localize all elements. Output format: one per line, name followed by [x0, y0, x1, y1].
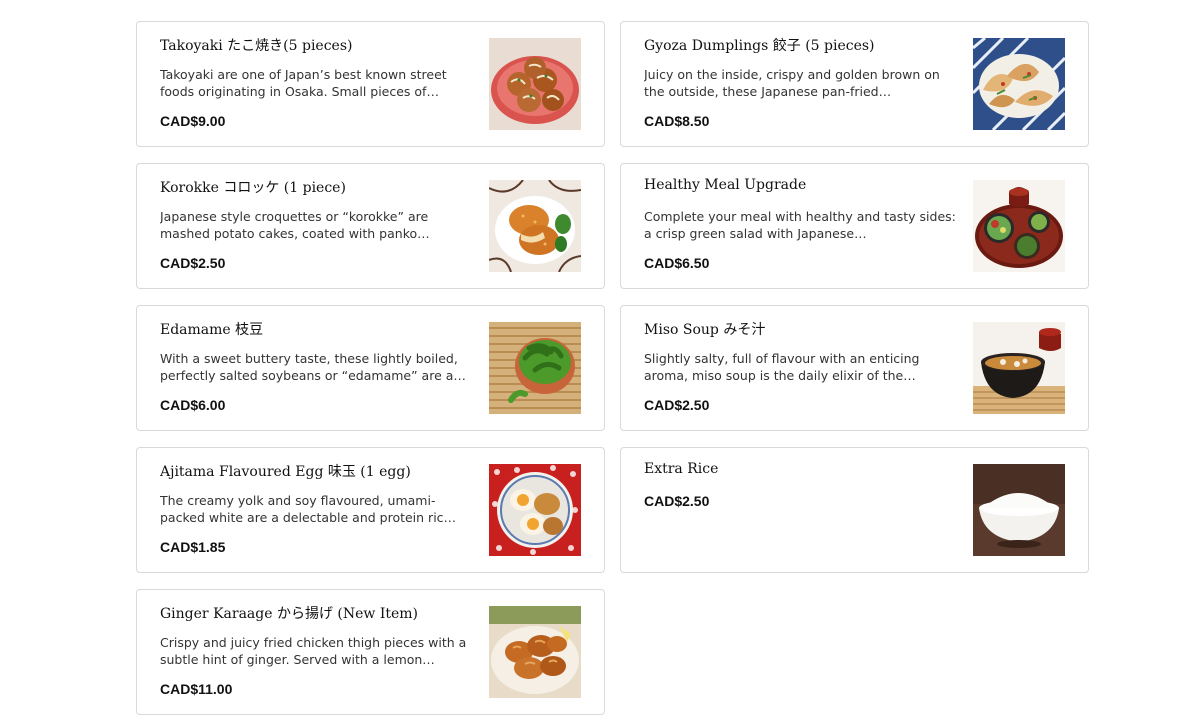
item-description: The creamy yolk and soy flavoured, umami… [160, 493, 457, 525]
item-title: Edamame 枝豆 [160, 322, 264, 338]
menu-item-card-takoyaki[interactable]: Takoyaki たこ焼き(5 pieces) Takoyaki are one… [136, 21, 605, 147]
item-price: CAD$2.50 [644, 397, 710, 413]
menu-item-card-korokke[interactable]: Korokke コロッケ (1 piece) Japanese style cr… [136, 163, 605, 289]
korokke-photo[interactable] [489, 180, 581, 272]
menu-item-card-gyoza[interactable]: Gyoza Dumplings 餃子 (5 pieces) Juicy on t… [620, 21, 1089, 147]
edamame-photo[interactable] [489, 322, 581, 414]
item-price: CAD$2.50 [160, 255, 226, 271]
ajitama-egg-photo[interactable] [489, 464, 581, 556]
item-description: With a sweet buttery taste, these lightl… [160, 351, 466, 383]
menu-item-card-ginger-karaage[interactable]: Ginger Karaage から揚げ (New Item) Crispy an… [136, 589, 605, 715]
menu-item-card-miso-soup[interactable]: Miso Soup みそ汁 Slightly salty, full of fl… [620, 305, 1089, 431]
item-title: Ajitama Flavoured Egg 味玉 (1 egg) [160, 464, 411, 480]
item-price: CAD$1.85 [160, 539, 226, 555]
item-title: Takoyaki たこ焼き(5 pieces) [160, 38, 353, 54]
item-description: Japanese style croquettes or “korokke” a… [160, 209, 430, 241]
miso-soup-photo[interactable] [973, 322, 1065, 414]
item-title: Miso Soup みそ汁 [644, 322, 766, 338]
item-title: Healthy Meal Upgrade [644, 177, 807, 193]
item-price: CAD$8.50 [644, 113, 710, 129]
menu-item-card-extra-rice[interactable]: Extra Rice CAD$2.50 [620, 447, 1089, 573]
item-description: Slightly salty, full of flavour with an … [644, 351, 920, 383]
item-price: CAD$2.50 [644, 493, 710, 509]
item-price: CAD$11.00 [160, 681, 233, 697]
menu-grid: Takoyaki たこ焼き(5 pieces) Takoyaki are one… [136, 21, 1089, 715]
item-description: Complete your meal with healthy and tast… [644, 209, 956, 241]
item-price: CAD$6.50 [644, 255, 710, 271]
item-price: CAD$6.00 [160, 397, 226, 413]
item-description: Crispy and juicy fried chicken thigh pie… [160, 635, 467, 667]
menu-item-card-edamame[interactable]: Edamame 枝豆 With a sweet buttery taste, t… [136, 305, 605, 431]
rice-bowl-photo[interactable] [973, 464, 1065, 556]
gyoza-photo[interactable] [973, 38, 1065, 130]
item-title: Extra Rice [644, 461, 719, 477]
item-description: Takoyaki are one of Japan’s best known s… [160, 67, 447, 99]
menu-item-card-ajitama-egg[interactable]: Ajitama Flavoured Egg 味玉 (1 egg) The cre… [136, 447, 605, 573]
item-title: Korokke コロッケ (1 piece) [160, 180, 346, 196]
item-title: Ginger Karaage から揚げ (New Item) [160, 606, 419, 622]
takoyaki-photo[interactable] [489, 38, 581, 130]
healthy-meal-photo[interactable] [973, 180, 1065, 272]
karaage-photo[interactable] [489, 606, 581, 698]
item-title: Gyoza Dumplings 餃子 (5 pieces) [644, 38, 875, 54]
item-description: Juicy on the inside, crispy and golden b… [644, 67, 940, 99]
menu-item-card-healthy-meal-upgrade[interactable]: Healthy Meal Upgrade Complete your meal … [620, 163, 1089, 289]
item-price: CAD$9.00 [160, 113, 226, 129]
